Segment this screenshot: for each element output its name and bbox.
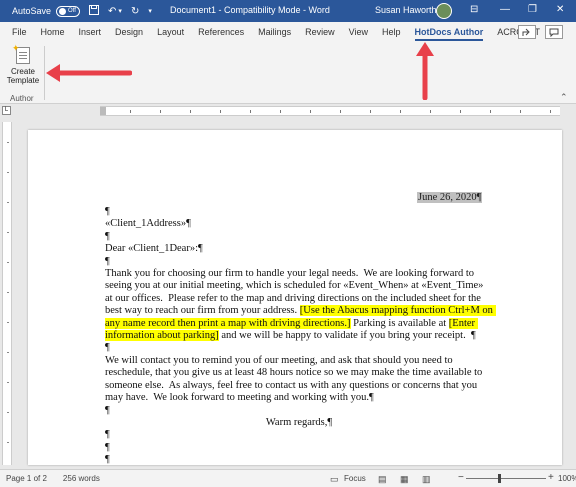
- avatar[interactable]: [436, 3, 452, 19]
- tab-review[interactable]: Review: [305, 22, 335, 42]
- paragraph-mark: ¶: [105, 454, 110, 466]
- zoom-out-button[interactable]: −: [458, 472, 464, 483]
- vruler-tick: [7, 412, 9, 413]
- tab-layout[interactable]: Layout: [157, 22, 184, 42]
- status-bar: Page 1 of 2 256 words ▭ Focus ▤ ▦ ▥ − + …: [0, 469, 576, 487]
- title-bar: AutoSave Off ↶ ▾ ↻ ▾ Document1 - Compati…: [0, 0, 576, 22]
- vruler-tick: [7, 292, 9, 293]
- read-mode-icon[interactable]: ▤: [378, 474, 387, 485]
- share-button[interactable]: [518, 25, 536, 39]
- autosave-state: Off: [68, 8, 76, 14]
- toggle-knob: [59, 7, 67, 15]
- client-address-field[interactable]: «Client_1Address»¶: [105, 218, 493, 230]
- web-layout-icon[interactable]: ▥: [422, 474, 431, 485]
- ruler-tick: [250, 110, 251, 113]
- zoom-slider-handle[interactable]: [498, 474, 501, 483]
- create-template-button[interactable]: ✦ Create Template: [6, 43, 40, 89]
- ruler-tick: [190, 110, 191, 113]
- paragraph-mark: ¶: [105, 342, 110, 354]
- vruler-tick: [7, 262, 9, 263]
- zoom-slider[interactable]: [466, 478, 546, 479]
- paragraph-mark: ¶: [105, 404, 110, 416]
- comments-button[interactable]: [545, 25, 563, 39]
- ruler-tick: [310, 110, 311, 113]
- undo-dropdown-icon[interactable]: ▾: [118, 7, 122, 15]
- tab-help[interactable]: Help: [382, 22, 401, 42]
- vruler-tick: [7, 232, 9, 233]
- ruler-tick: [220, 110, 221, 113]
- paragraph-mark: ¶: [105, 441, 110, 453]
- create-template-label: Create Template: [6, 67, 40, 85]
- paragraph-mark: ¶: [105, 255, 110, 267]
- vruler-tick: [7, 142, 9, 143]
- ruler-tick: [370, 110, 371, 113]
- closing[interactable]: Warm regards,¶: [105, 417, 493, 429]
- ruler-tick: [160, 110, 161, 113]
- close-button[interactable]: ✕: [556, 4, 564, 15]
- restore-button[interactable]: ❐: [528, 4, 537, 15]
- tab-view[interactable]: View: [349, 22, 368, 42]
- red-arrow-left: [46, 64, 132, 82]
- ruler-tick: [460, 110, 461, 113]
- body-paragraph-2[interactable]: We will contact you to remind you of our…: [105, 355, 493, 405]
- document-body[interactable]: ¶ «Client_1Address»¶ ¶ Dear «Client_1Dea…: [105, 194, 496, 467]
- undo-icon[interactable]: ↶: [108, 6, 116, 17]
- tab-references[interactable]: References: [198, 22, 244, 42]
- red-arrow-up: [416, 42, 434, 100]
- create-template-icon: ✦: [12, 43, 30, 64]
- document-page[interactable]: June 26, 2020¶ ¶ «Client_1Address»¶ ¶ De…: [28, 130, 562, 465]
- ruler-tick: [400, 110, 401, 113]
- ruler-tick: [550, 110, 551, 113]
- vruler-tick: [7, 442, 9, 443]
- minimize-button[interactable]: —: [500, 4, 510, 15]
- zoom-in-button[interactable]: +: [548, 472, 554, 483]
- autosave-toggle[interactable]: Off: [56, 5, 81, 17]
- ruler-tick: [430, 110, 431, 113]
- ruler-tick: [490, 110, 491, 113]
- salutation[interactable]: Dear «Client_1Dear»:¶: [105, 243, 493, 255]
- indent-marker[interactable]: [100, 107, 106, 115]
- focus-label[interactable]: Focus: [344, 474, 366, 483]
- tab-home[interactable]: Home: [41, 22, 65, 42]
- group-label-author: Author: [10, 94, 34, 103]
- word-count[interactable]: 256 words: [63, 474, 100, 483]
- save-icon[interactable]: [89, 4, 100, 18]
- page-count[interactable]: Page 1 of 2: [6, 474, 47, 483]
- print-layout-icon[interactable]: ▦: [400, 474, 409, 485]
- document-title: Document1 - Compatibility Mode - Word: [170, 5, 330, 15]
- collapse-ribbon-icon[interactable]: ⌃: [560, 92, 568, 103]
- zoom-level[interactable]: 100%: [558, 474, 576, 483]
- para1-text-b: Parking is available at: [350, 317, 449, 329]
- ruler-tick: [520, 110, 521, 113]
- tab-insert[interactable]: Insert: [79, 22, 102, 42]
- paragraph-mark: ¶: [105, 429, 110, 441]
- vertical-ruler[interactable]: [2, 122, 12, 465]
- horizontal-ruler[interactable]: [100, 106, 560, 116]
- vruler-tick: [7, 352, 9, 353]
- vruler-tick: [7, 202, 9, 203]
- body-paragraph-1[interactable]: Thank you for choosing our firm to handl…: [105, 268, 496, 342]
- ruler-tick: [340, 110, 341, 113]
- ruler-tick: [280, 110, 281, 113]
- tab-file[interactable]: File: [12, 22, 27, 42]
- tab-design[interactable]: Design: [115, 22, 143, 42]
- para1-text-c: and we will be happy to validate if you …: [218, 330, 476, 342]
- customize-toolbar-icon[interactable]: ▾: [148, 7, 152, 15]
- vruler-tick: [7, 172, 9, 173]
- vruler-tick: [7, 382, 9, 383]
- user-name[interactable]: Susan Haworth: [375, 5, 437, 15]
- vruler-tick: [7, 322, 9, 323]
- redo-icon[interactable]: ↻: [131, 6, 139, 17]
- paragraph-mark: ¶: [105, 230, 110, 242]
- ribbon-display-options-icon[interactable]: ⊟: [470, 4, 478, 15]
- tab-selector[interactable]: L: [2, 106, 11, 115]
- ruler-row: L: [0, 104, 576, 118]
- paragraph-mark: ¶: [105, 206, 110, 217]
- tab-hotdocs-author[interactable]: HotDocs Author: [414, 22, 483, 42]
- focus-icon[interactable]: ▭: [330, 474, 339, 485]
- ruler-tick: [130, 110, 131, 113]
- tab-mailings[interactable]: Mailings: [258, 22, 291, 42]
- autosave-label: AutoSave: [12, 6, 52, 16]
- ribbon-tabs: File Home Insert Design Layout Reference…: [0, 22, 576, 42]
